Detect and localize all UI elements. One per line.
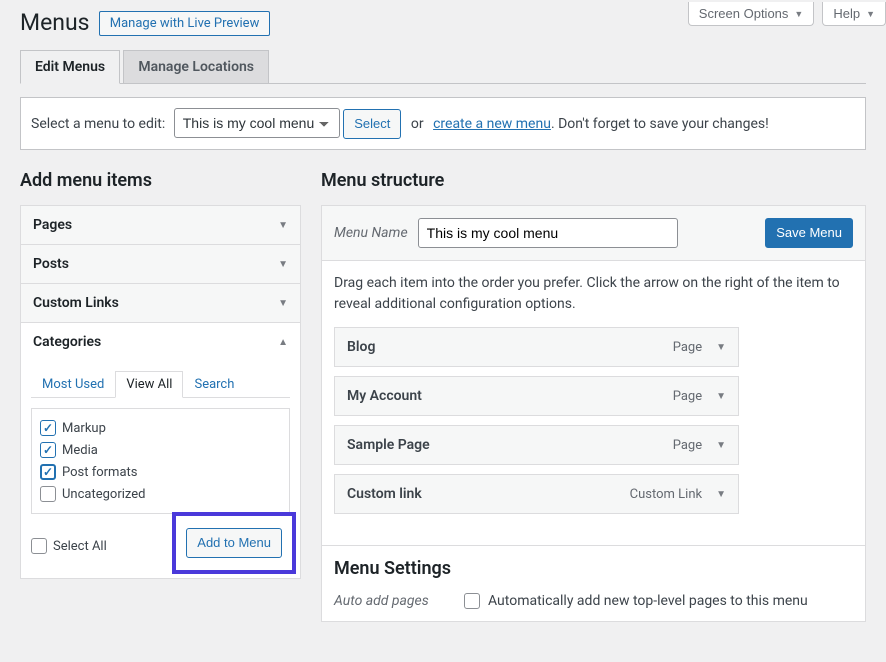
page-title: Menus [20, 0, 90, 40]
category-item[interactable]: Uncategorized [40, 483, 281, 505]
auto-add-option[interactable]: Automatically add new top-level pages to… [464, 593, 808, 609]
category-item[interactable]: Media [40, 439, 281, 461]
select-all-label[interactable]: Select All [31, 535, 107, 557]
menu-item-type: Page [673, 438, 702, 453]
screen-options-button[interactable]: Screen Options ▼ [688, 2, 815, 26]
caret-down-icon[interactable]: ▼ [716, 489, 726, 500]
help-label: Help [833, 6, 860, 21]
accordion-categories[interactable]: Categories ▲ [21, 323, 300, 361]
category-checkbox[interactable] [40, 442, 56, 458]
screen-options-label: Screen Options [699, 6, 789, 21]
caret-down-icon[interactable]: ▼ [716, 440, 726, 451]
menu-select[interactable]: This is my cool menu [174, 108, 340, 138]
nav-tabs: Edit Menus Manage Locations [20, 50, 866, 84]
tab-search[interactable]: Search [183, 371, 245, 398]
save-menu-button[interactable]: Save Menu [765, 218, 853, 248]
caret-down-icon: ▼ [866, 9, 875, 19]
caret-down-icon: ▼ [794, 9, 803, 19]
select-button[interactable]: Select [343, 109, 401, 139]
accordion-posts[interactable]: Posts ▼ [21, 245, 300, 283]
select-menu-label: Select a menu to edit: [31, 116, 165, 132]
tab-view-all[interactable]: View All [115, 371, 183, 398]
menu-item[interactable]: My AccountPage ▼ [334, 376, 739, 416]
accordion-pages[interactable]: Pages ▼ [21, 206, 300, 244]
menu-name-input[interactable] [418, 218, 678, 248]
accordion-custom-links[interactable]: Custom Links ▼ [21, 284, 300, 322]
categories-panel: Most Used View All Search Markup Media Pos… [21, 361, 300, 578]
help-button[interactable]: Help ▼ [822, 2, 886, 26]
menu-item-title: Blog [347, 339, 673, 355]
category-label: Post formats [62, 465, 138, 480]
category-checkbox[interactable] [40, 420, 56, 436]
add-items-accordion: Pages ▼ Posts ▼ Custom Links ▼ [20, 205, 301, 579]
category-label: Markup [62, 421, 106, 436]
caret-down-icon[interactable]: ▼ [716, 342, 726, 353]
menu-name-label: Menu Name [334, 225, 408, 241]
tab-manage-locations[interactable]: Manage Locations [123, 50, 269, 83]
menu-structure-heading: Menu structure [321, 170, 866, 191]
caret-up-icon: ▲ [278, 337, 288, 348]
reminder-text: . Don't forget to save your changes! [551, 116, 769, 132]
menu-item-title: Custom link [347, 486, 630, 502]
tab-most-used[interactable]: Most Used [31, 371, 115, 398]
menu-item-type: Custom Link [630, 487, 702, 502]
live-preview-button[interactable]: Manage with Live Preview [99, 11, 271, 36]
menu-item[interactable]: Custom linkCustom Link ▼ [334, 474, 739, 514]
highlight-box: Add to Menu [172, 512, 296, 574]
menu-selector-bar: Select a menu to edit: This is my cool m… [20, 97, 866, 150]
caret-down-icon: ▼ [278, 298, 288, 309]
drag-instructions: Drag each item into the order you prefer… [322, 261, 865, 327]
caret-down-icon[interactable]: ▼ [716, 391, 726, 402]
menu-item-type: Page [673, 389, 702, 404]
menu-settings-heading: Menu Settings [334, 558, 853, 579]
menu-item-type: Page [673, 340, 702, 355]
category-item[interactable]: Markup [40, 417, 281, 439]
menu-item[interactable]: BlogPage ▼ [334, 327, 739, 367]
menu-item-title: My Account [347, 388, 673, 404]
category-label: Uncategorized [62, 487, 145, 502]
auto-add-checkbox[interactable] [464, 593, 480, 609]
caret-down-icon: ▼ [278, 259, 288, 270]
add-items-heading: Add menu items [20, 170, 301, 191]
menu-edit-panel: Menu Name Save Menu Drag each item into … [321, 205, 866, 622]
add-to-menu-button[interactable]: Add to Menu [186, 528, 282, 558]
menu-item-title: Sample Page [347, 437, 673, 453]
auto-add-label: Auto add pages [334, 593, 434, 609]
category-checkbox[interactable] [40, 464, 56, 480]
create-menu-link[interactable]: create a new menu [433, 116, 551, 132]
caret-down-icon: ▼ [278, 220, 288, 231]
category-checkbox[interactable] [40, 486, 56, 502]
select-all-checkbox[interactable] [31, 538, 47, 554]
tab-edit-menus[interactable]: Edit Menus [20, 50, 120, 84]
or-text: or [411, 116, 424, 132]
category-label: Media [62, 443, 98, 458]
menu-item[interactable]: Sample PagePage ▼ [334, 425, 739, 465]
category-item[interactable]: Post formats [40, 461, 281, 483]
